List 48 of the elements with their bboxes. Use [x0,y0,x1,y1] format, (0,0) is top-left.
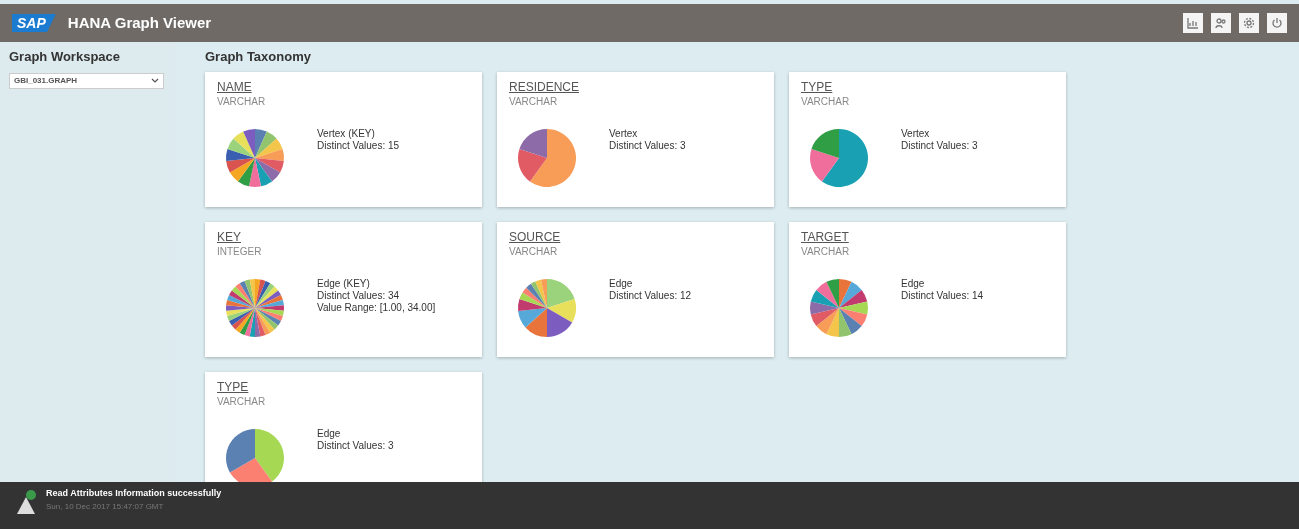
attribute-info: Vertex [609,127,639,140]
attribute-name-link[interactable]: NAME [217,79,252,95]
attribute-info: Edge [609,277,634,290]
warning-success-icon [16,489,38,515]
attribute-datatype: VARCHAR [509,244,559,258]
attribute-name-link[interactable]: TYPE [801,79,833,95]
status-message: Read Attributes Information successfully [46,487,222,500]
attribute-datatype: VARCHAR [801,244,851,258]
attribute-datatype: VARCHAR [509,94,559,108]
app-title: HANA Graph Viewer [67,12,212,33]
attribute-info: Distinct Values: 12 [609,289,692,302]
attribute-info: Edge [901,277,926,290]
attribute-info: Distinct Values: 14 [901,289,984,302]
settings-icon[interactable] [1239,13,1259,33]
attribute-name-link[interactable]: KEY [217,229,241,245]
pie-chart-drawing [517,277,577,338]
attribute-datatype: INTEGER [217,244,263,258]
attribute-info: Edge (KEY) [317,277,371,290]
workspace-select[interactable]: GBI_031.GRAPH [9,72,164,89]
attribute-name-link[interactable]: TARGET [801,229,849,245]
attribute-datatype: VARCHAR [801,94,851,108]
attribute-info: Distinct Values: 3 [317,439,394,452]
attribute-info: Distinct Values: 3 [901,139,978,152]
attribute-info: Distinct Values: 34 [317,289,401,302]
attribute-info: Vertex (KEY) [317,127,376,140]
attribute-datatype: VARCHAR [217,394,267,408]
sap-logo: SAP [12,14,56,32]
pie-chart-drawing [225,127,285,188]
attribute-info: Distinct Values: 15 [317,139,400,152]
attribute-info: Edge [317,427,342,440]
sidebar-title: Graph Workspace [9,48,122,66]
attribute-datatype: VARCHAR [217,94,267,108]
attribute-info: Vertex [901,127,931,140]
attribute-name-link[interactable]: RESIDENCE [509,79,579,95]
attribute-info: Value Range: [1.00, 34.00] [317,301,436,314]
section-title: Graph Taxonomy [205,48,312,66]
attribute-name-link[interactable]: TYPE [217,379,249,395]
pie-chart-drawing [225,427,285,482]
power-icon[interactable] [1267,13,1287,33]
pie-chart-drawing [517,127,577,188]
users-icon[interactable] [1211,13,1231,33]
pie-chart-drawing [809,277,869,338]
chevron-icon [151,78,159,83]
pie-chart-drawing [225,277,285,338]
attribute-info: Distinct Values: 3 [609,139,686,152]
attribute-name-link[interactable]: SOURCE [509,229,561,245]
chart-icon[interactable] [1183,13,1203,33]
pie-chart-drawing [809,127,869,188]
